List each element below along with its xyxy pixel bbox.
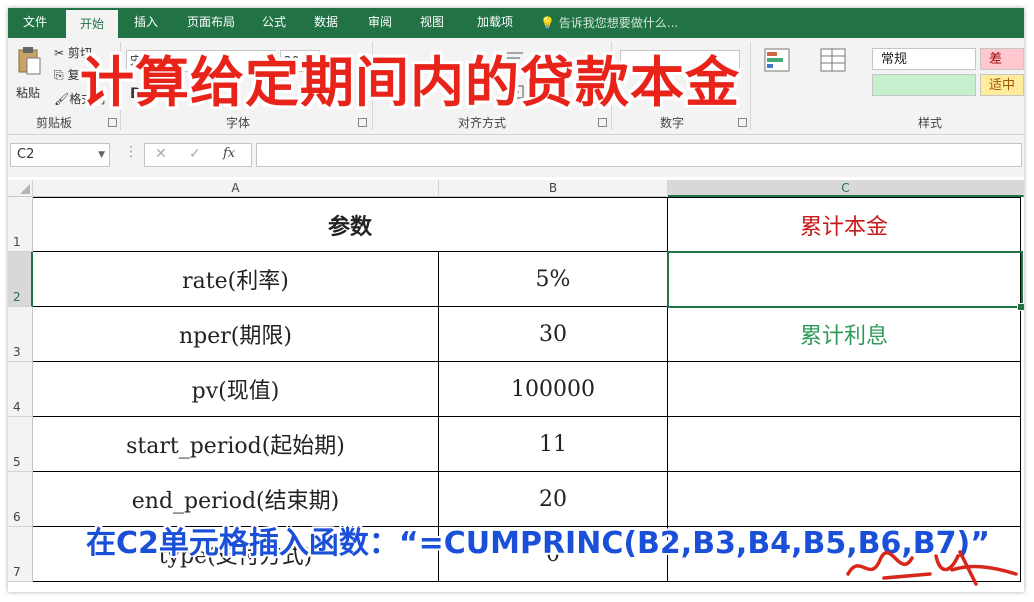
row-header-6[interactable]: 6 (8, 472, 33, 527)
cell-a1-header[interactable]: 参数 (33, 197, 668, 252)
tab-review[interactable]: 审阅 (360, 8, 400, 38)
tutorial-title: 计算给定期间内的贷款本金 (80, 51, 740, 114)
cell-c5[interactable] (668, 417, 1021, 472)
row-header-1[interactable]: 1 (8, 197, 33, 252)
name-box-value: C2 (17, 147, 35, 162)
paste-icon[interactable] (16, 46, 42, 76)
tab-file[interactable]: 文件 (12, 8, 58, 38)
cell-c3[interactable]: 累计利息 (668, 307, 1021, 362)
row-header-7[interactable]: 7 (8, 527, 33, 582)
ribbon-tabs: 文件 开始 插入 页面布局 公式 数据 审阅 视图 加载项 💡 告诉我您想要做什… (8, 8, 1024, 38)
tell-me-box[interactable]: 💡 告诉我您想要做什么... (540, 8, 678, 38)
formula-input[interactable] (256, 143, 1022, 167)
tab-home[interactable]: 开始 (66, 8, 118, 38)
font-launcher-icon[interactable] (358, 118, 367, 127)
chevron-down-icon[interactable]: ▼ (98, 144, 105, 166)
column-header-c[interactable]: C (668, 180, 1024, 197)
style-bad[interactable]: 差 (980, 48, 1024, 70)
select-all-icon (20, 184, 30, 194)
cell-c1[interactable]: 累计本金 (668, 197, 1021, 252)
tab-page-layout[interactable]: 页面布局 (176, 8, 246, 38)
tab-formulas[interactable]: 公式 (254, 8, 294, 38)
lightbulb-icon: 💡 (540, 16, 555, 30)
brush-icon: 🖌 (54, 92, 70, 106)
row-header-4[interactable]: 4 (8, 362, 33, 417)
style-neutral[interactable]: 适中 (980, 74, 1024, 96)
paste-label[interactable]: 粘贴 (16, 84, 40, 101)
clipboard-launcher-icon[interactable] (108, 118, 117, 127)
group-styles: 样式 (918, 116, 943, 130)
formula-bar: C2 ▼ ⋮ ✕ ✓ fx (8, 135, 1024, 177)
tab-data[interactable]: 数据 (306, 8, 346, 38)
excel-window: 文件 开始 插入 页面布局 公式 数据 审阅 视图 加载项 💡 告诉我您想要做什… (8, 8, 1024, 592)
number-launcher-icon[interactable] (738, 118, 747, 127)
cell-b3[interactable]: 30 (439, 307, 668, 362)
column-header-b[interactable]: B (439, 180, 668, 197)
cell-b2[interactable]: 5% (439, 252, 668, 307)
tab-view[interactable]: 视图 (412, 8, 452, 38)
conditional-format-icon[interactable] (764, 48, 790, 72)
cell-a4[interactable]: pv(现值) (33, 362, 439, 417)
scissors-icon: ✂ (54, 46, 65, 60)
fill-handle[interactable] (1017, 303, 1024, 311)
tab-addins[interactable]: 加载项 (466, 8, 524, 38)
style-good[interactable] (872, 74, 976, 96)
group-separator (750, 42, 751, 130)
copy-icon: ⎘ (54, 68, 64, 82)
group-clipboard: 剪贴板 (36, 116, 73, 130)
alignment-launcher-icon[interactable] (598, 118, 607, 127)
select-all-corner[interactable] (8, 180, 33, 197)
format-table-icon[interactable] (820, 48, 846, 72)
row-header-2[interactable]: 2 (8, 252, 33, 307)
style-normal[interactable]: 常规 (872, 48, 976, 70)
row-header-5[interactable]: 5 (8, 417, 33, 472)
tell-me-text: 告诉我您想要做什么... (558, 16, 679, 30)
signature-mark (846, 550, 1018, 586)
cancel-icon[interactable]: ✕ (155, 146, 167, 162)
tab-insert[interactable]: 插入 (126, 8, 166, 38)
cell-b5[interactable]: 11 (439, 417, 668, 472)
cell-b4[interactable]: 100000 (439, 362, 668, 417)
active-cell-border (667, 251, 1023, 308)
selection-spacer (31, 251, 35, 308)
insert-function-icon[interactable]: fx (223, 146, 235, 161)
separator-dots-icon: ⋮ (124, 144, 138, 160)
formula-buttons: ✕ ✓ fx (144, 143, 252, 167)
column-header-a[interactable]: A (33, 180, 439, 197)
cell-a5[interactable]: start_period(起始期) (33, 417, 439, 472)
row-header-3[interactable]: 3 (8, 307, 33, 362)
cell-c4[interactable] (668, 362, 1021, 417)
cell-a2[interactable]: rate(利率) (33, 252, 439, 307)
cell-a3[interactable]: nper(期限) (33, 307, 439, 362)
name-box[interactable]: C2 ▼ (10, 143, 110, 167)
enter-icon[interactable]: ✓ (189, 146, 201, 162)
